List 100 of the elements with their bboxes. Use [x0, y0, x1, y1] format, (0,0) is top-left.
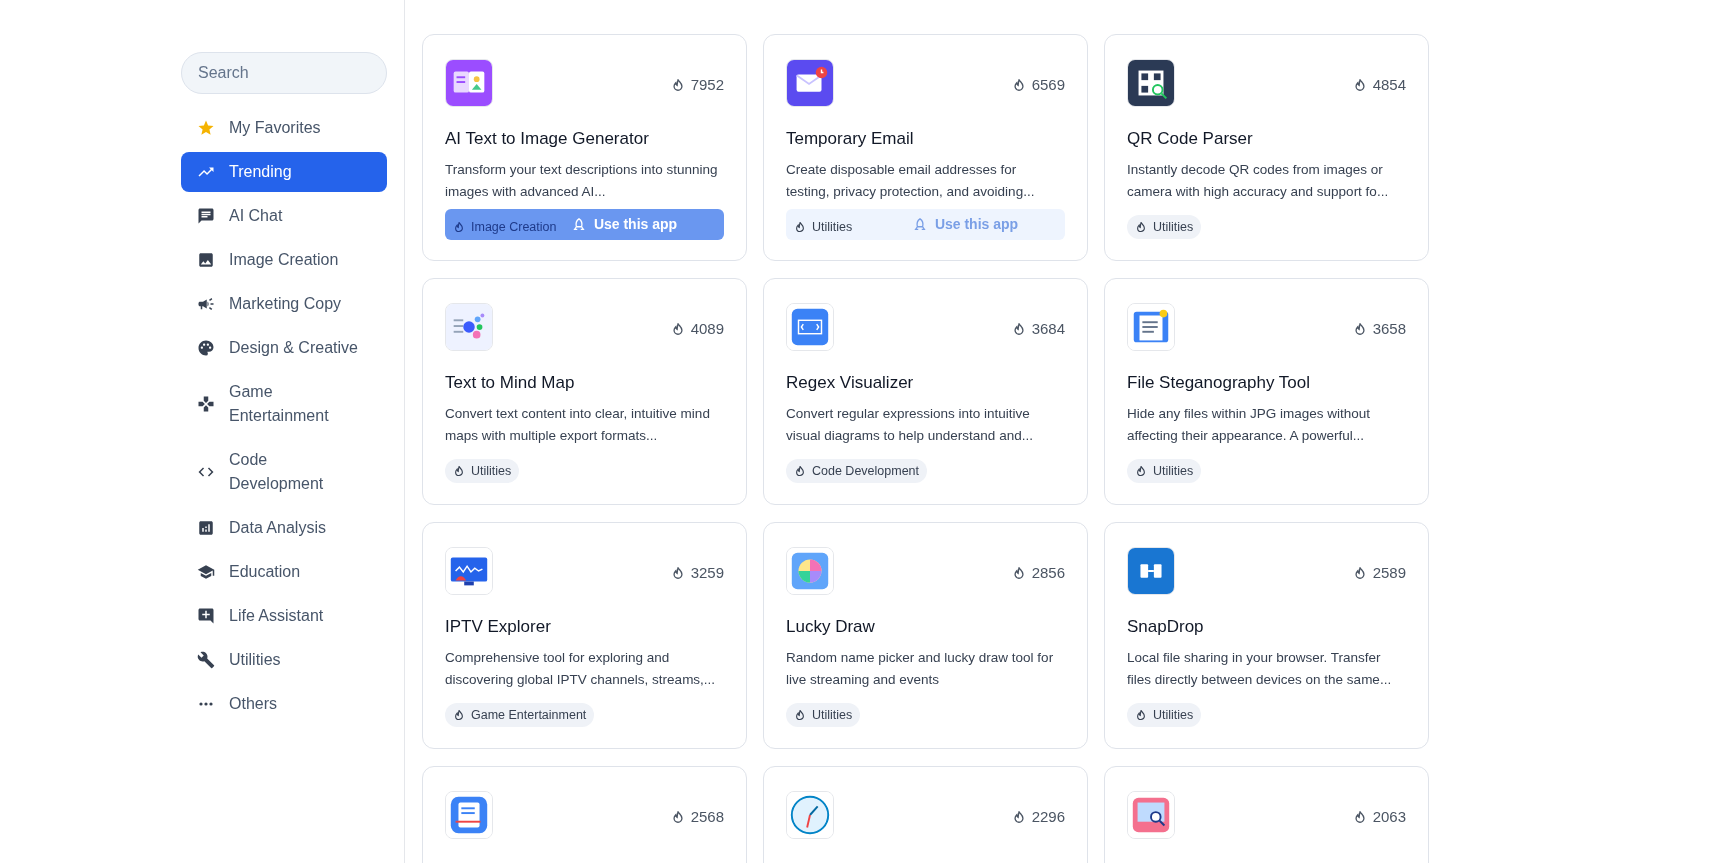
flame-icon: [1352, 810, 1367, 825]
mind-map-icon: [445, 303, 493, 351]
sidebar-item[interactable]: AI Chat: [181, 196, 387, 236]
app-title: AI Text to Image Generator: [445, 128, 650, 150]
transfer-icon: [1127, 547, 1175, 595]
app-description: Convert text content into clear, intuitive mind maps with multiple export formats...: [445, 405, 711, 445]
usage-count: 3658: [1372, 319, 1406, 339]
flame-icon: [670, 566, 685, 581]
app-card[interactable]: 2296: [763, 766, 1088, 863]
app-description: Convert regular expressions into intuitive visual diagrams to help understand and...: [786, 405, 1034, 445]
app-card[interactable]: 2063: [1104, 766, 1429, 863]
category-tag: Utilities: [786, 215, 861, 239]
usage-count: 4854: [1372, 75, 1406, 95]
usage-count: 2063: [1372, 807, 1406, 827]
app-description: Instantly decode QR codes from images or camera with high accuracy and support fo...: [1127, 161, 1390, 201]
rocket-icon: [912, 217, 927, 232]
app-title: File Steganography Tool: [1127, 372, 1312, 394]
flame-icon: [1011, 810, 1026, 825]
notes-icon: [445, 791, 493, 839]
flame-icon: [1352, 566, 1367, 581]
app-card[interactable]: 3684 Regex Visualizer Convert regular expressions into intuitive visual diagrams to help understand and... Code Development: [763, 278, 1088, 505]
usage-count: 2568: [690, 807, 724, 827]
category-tag: Utilities: [1127, 459, 1202, 483]
app-title: IPTV Explorer: [445, 616, 552, 638]
text-image-icon: [445, 59, 493, 107]
clock-icon: [786, 791, 834, 839]
code-window-icon: [786, 303, 834, 351]
sidebar-item[interactable]: Trending: [181, 152, 387, 192]
app-title: Temporary Email: [786, 128, 915, 150]
sidebar-item[interactable]: Game Entertainment: [181, 372, 387, 436]
app-title: Regex Visualizer: [786, 372, 915, 394]
document-icon: [1127, 303, 1175, 351]
sidebar-item[interactable]: Design & Creative: [181, 328, 387, 368]
wrench-icon: [197, 651, 215, 669]
flame-icon: [453, 221, 465, 233]
flame-icon: [794, 465, 806, 477]
app-description: Create disposable email addresses for testing, privacy protection, and avoiding...: [786, 161, 1036, 201]
graduation-cap-icon: [197, 563, 215, 581]
usage-count: 2589: [1372, 563, 1406, 583]
app-description: Hide any files within JPG images without affecting their appearance. A powerful...: [1127, 405, 1372, 445]
app-description: Comprehensive tool for exploring and discovering global IPTV channels, streams,...: [445, 649, 717, 689]
app-title: Lucky Draw: [786, 616, 876, 638]
sidebar-item[interactable]: Education: [181, 552, 387, 592]
flame-icon: [670, 78, 685, 93]
flame-icon: [1135, 465, 1147, 477]
category-tag: Game Entertainment: [445, 703, 595, 727]
sidebar-item[interactable]: Marketing Copy: [181, 284, 387, 324]
app-description: Random name picker and lucky draw tool for live streaming and events: [786, 649, 1055, 689]
app-description: Transform your text descriptions into stunning images with advanced AI...: [445, 161, 719, 201]
flame-icon: [794, 221, 806, 233]
app-card[interactable]: 6569 Temporary Email Create disposable email addresses for testing, privacy protection, and avoiding... Utilities Use this app: [763, 34, 1088, 261]
rocket-icon: [571, 217, 586, 232]
app-description: Local file sharing in your browser. Transfer files directly between devices on the same...: [1127, 649, 1393, 689]
flame-icon: [1135, 709, 1147, 721]
app-card[interactable]: 4089 Text to Mind Map Convert text content into clear, intuitive mind maps with multiple export formats... Utilities: [422, 278, 747, 505]
category-tag: Code Development: [786, 459, 927, 483]
sidebar-item[interactable]: Utilities: [181, 640, 387, 680]
wheel-icon: [786, 547, 834, 595]
flame-icon: [1011, 566, 1026, 581]
comment-plus-icon: [197, 607, 215, 625]
usage-count: 2296: [1031, 807, 1065, 827]
sidebar-item[interactable]: My Favorites: [181, 108, 387, 148]
flame-icon: [453, 465, 465, 477]
palette-icon: [197, 339, 215, 357]
app-card[interactable]: 3259 IPTV Explorer Comprehensive tool for exploring and discovering global IPTV channels, streams,... Game Entertainment: [422, 522, 747, 749]
category-tag: Utilities: [445, 459, 520, 483]
category-tag: Utilities: [786, 703, 861, 727]
sidebar-item[interactable]: Code Development: [181, 440, 387, 504]
category-tag: Utilities: [1127, 215, 1202, 239]
category-tag: Image Creation: [445, 215, 565, 239]
sidebar-item[interactable]: Image Creation: [181, 240, 387, 280]
app-title: SnapDrop: [1127, 616, 1205, 638]
star-icon: [197, 119, 215, 137]
qr-code-icon: [1127, 59, 1175, 107]
app-title: Text to Mind Map: [445, 372, 576, 394]
search-field[interactable]: Search: [181, 52, 387, 94]
app-card[interactable]: 2589 SnapDrop Local file sharing in your browser. Transfer files directly between devices on the same... Utilities: [1104, 522, 1429, 749]
image-search-icon: [1127, 791, 1175, 839]
gamepad-icon: [197, 395, 215, 413]
usage-count: 3259: [690, 563, 724, 583]
chat-icon: [197, 207, 215, 225]
category-tag: Utilities: [1127, 703, 1202, 727]
usage-count: 7952: [690, 75, 724, 95]
sidebar-item[interactable]: Data Analysis: [181, 508, 387, 548]
sidebar-item[interactable]: Others: [181, 684, 387, 724]
sidebar-item[interactable]: Life Assistant: [181, 596, 387, 636]
usage-count: 6569: [1031, 75, 1065, 95]
app-card[interactable]: 2856 Lucky Draw Random name picker and lucky draw tool for live streaming and events Utilities: [763, 522, 1088, 749]
app-card[interactable]: 7952 AI Text to Image Generator Transform your text descriptions into stunning images with advanced AI... Image Creation Use this app: [422, 34, 747, 261]
usage-count: 3684: [1031, 319, 1065, 339]
flame-icon: [670, 810, 685, 825]
flame-icon: [1352, 78, 1367, 93]
app-card[interactable]: 4854 QR Code Parser Instantly decode QR codes from images or camera with high accuracy and support fo... Utilities: [1104, 34, 1429, 261]
flame-icon: [1011, 78, 1026, 93]
flame-icon: [1135, 221, 1147, 233]
app-card[interactable]: 2568: [422, 766, 747, 863]
app-card[interactable]: 3658 File Steganography Tool Hide any files within JPG images without affecting their appearance. A powerful... Utilities: [1104, 278, 1429, 505]
flame-icon: [794, 709, 806, 721]
usage-count: 4089: [690, 319, 724, 339]
megaphone-icon: [197, 295, 215, 313]
